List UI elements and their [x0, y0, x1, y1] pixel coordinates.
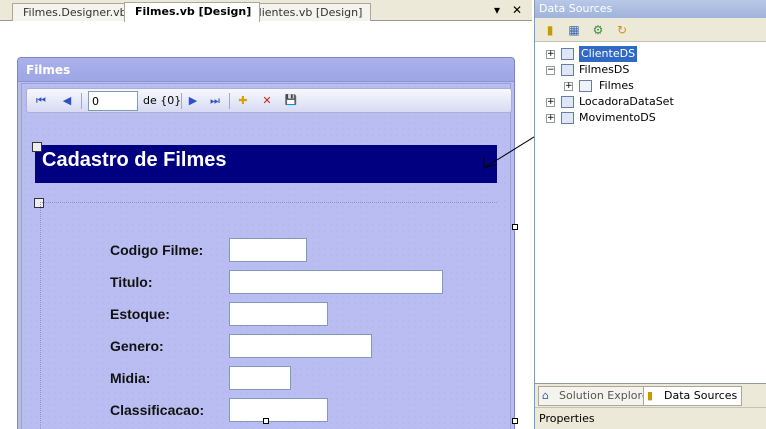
tree-item-label: MovimentoDS	[579, 111, 656, 124]
form-client-area[interactable]: ⏮ ◀ de {0} ▶ ⏭ ✚ ✕ 💾 Cadastro de Filmes	[21, 83, 512, 429]
close-document-icon[interactable]: ✕	[510, 3, 524, 17]
genero-input[interactable]	[229, 334, 372, 358]
navigator-separator	[229, 93, 230, 109]
move-previous-glyph: ◀	[62, 94, 72, 107]
label-genero: Genero:	[110, 338, 164, 354]
classificacao-input[interactable]	[229, 398, 328, 422]
form-titlebar: Filmes	[18, 58, 514, 82]
form-filmes[interactable]: Filmes ⏮ ◀ de {0} ▶ ⏭ ✚ ✕ 💾	[17, 57, 515, 429]
data-sources-toolbar: ▮ ▦ ⚙ ↻	[535, 18, 766, 42]
move-first-glyph: ⏮	[36, 94, 46, 107]
label-codigo-filme: Codigo Filme:	[110, 242, 204, 258]
save-icon[interactable]: 💾	[283, 93, 299, 109]
label-midia: Midia:	[110, 370, 151, 386]
add-new-icon[interactable]: ✚	[235, 93, 251, 109]
move-glyph-icon[interactable]	[32, 142, 42, 152]
dataset-icon	[561, 48, 574, 60]
solution-explorer-icon: ⌂	[542, 389, 549, 402]
label-titulo: Titulo:	[110, 274, 153, 290]
designer-canvas: Filmes ⏮ ◀ de {0} ▶ ⏭ ✚ ✕ 💾	[0, 22, 532, 429]
resize-handle-bottom[interactable]	[263, 418, 269, 424]
move-last-icon[interactable]: ⏭	[207, 93, 223, 109]
navigator-separator	[81, 93, 82, 109]
add-new-glyph: ✚	[238, 94, 248, 107]
move-next-icon[interactable]: ▶	[185, 93, 201, 109]
delete-glyph: ✕	[262, 94, 272, 107]
tab-label: Data Sources	[664, 389, 738, 402]
data-sources-panel: Data Sources ▮ ▦ ⚙ ↻ + ClienteDS − Filme…	[534, 0, 766, 429]
tree-item-filmesds[interactable]: − FilmesDS	[535, 62, 766, 78]
data-sources-titlebar: Data Sources	[535, 0, 766, 18]
close-glyph: ✕	[511, 3, 523, 17]
header-title: Cadastro de Filmes	[42, 149, 227, 171]
position-input[interactable]	[88, 91, 138, 111]
data-sources-tree: + ClienteDS − FilmesDS + Filmes + Locado…	[535, 42, 766, 382]
resize-handle-right[interactable]	[512, 224, 518, 230]
save-glyph: 💾	[284, 95, 298, 106]
midia-input[interactable]	[229, 366, 291, 390]
tree-item-label: ClienteDS	[579, 46, 638, 62]
properties-titlebar[interactable]: Properties	[535, 407, 766, 429]
move-last-glyph: ⏭	[210, 94, 220, 107]
navigator-separator	[181, 93, 182, 109]
expand-icon[interactable]: +	[546, 114, 555, 123]
move-next-glyph: ▶	[188, 94, 198, 107]
titulo-input[interactable]	[229, 270, 443, 294]
table-icon	[579, 80, 592, 92]
edit-dataset-icon[interactable]: ▦	[565, 21, 583, 39]
dataset-icon	[561, 96, 574, 108]
tree-item-label: LocadoraDataSet	[579, 95, 674, 108]
move-first-icon[interactable]: ⏮	[33, 93, 49, 109]
tab-filmes-vb-design[interactable]: Filmes.vb [Design]	[124, 2, 261, 22]
form-title: Filmes	[26, 63, 71, 77]
data-sources-icon: ▮	[647, 389, 654, 402]
properties-title: Properties	[539, 412, 595, 425]
tree-item-movimentods[interactable]: + MovimentoDS	[535, 110, 766, 126]
tree-item-clienteds[interactable]: + ClienteDS	[535, 46, 766, 62]
refresh-icon[interactable]: ↻	[613, 21, 631, 39]
tab-solution-explorer[interactable]: ⌂ Solution Explorer	[538, 386, 659, 406]
estoque-input[interactable]	[229, 302, 328, 326]
tab-label: Clientes.vb [Design]	[251, 6, 363, 19]
resize-handle-corner[interactable]	[512, 418, 518, 424]
tree-item-label: Filmes	[599, 79, 634, 92]
tab-menu-glyph: ▾	[493, 3, 501, 17]
binding-navigator[interactable]: ⏮ ◀ de {0} ▶ ⏭ ✚ ✕ 💾	[26, 88, 512, 113]
tree-item-label: FilmesDS	[579, 63, 630, 76]
tab-label: Filmes.Designer.vb	[23, 6, 127, 19]
tab-data-sources[interactable]: ▮ Data Sources	[643, 386, 743, 406]
tab-menu-icon[interactable]: ▾	[490, 3, 504, 17]
label-estoque: Estoque:	[110, 306, 170, 322]
add-datasource-icon[interactable]: ▮	[541, 21, 559, 39]
tab-label: Filmes.vb [Design]	[135, 5, 252, 18]
expand-icon[interactable]: +	[546, 98, 555, 107]
move-previous-icon[interactable]: ◀	[59, 93, 75, 109]
count-label: de {0}	[143, 94, 182, 107]
codigo-filme-input[interactable]	[229, 238, 307, 262]
tree-item-locadoradataset[interactable]: + LocadoraDataSet	[535, 94, 766, 110]
document-tabstrip: Filmes.Designer.vb Filmes.vb [Design] Cl…	[0, 0, 532, 22]
collapse-icon[interactable]: −	[546, 66, 555, 75]
configure-icon[interactable]: ⚙	[589, 21, 607, 39]
expand-icon[interactable]: +	[564, 82, 573, 91]
tab-label: Solution Explorer	[559, 389, 654, 402]
data-sources-title: Data Sources	[539, 2, 613, 15]
expand-icon[interactable]: +	[546, 50, 555, 59]
header-panel[interactable]: Cadastro de Filmes	[35, 145, 497, 183]
delete-icon[interactable]: ✕	[259, 93, 275, 109]
panel-bottom-tabs: ⌂ Solution Explorer ▮ Data Sources	[535, 383, 766, 407]
tree-item-filmes[interactable]: + Filmes	[535, 78, 766, 94]
dataset-icon	[561, 64, 574, 76]
document-area: Filmes.Designer.vb Filmes.vb [Design] Cl…	[0, 0, 532, 429]
tab-filmes-designer-vb[interactable]: Filmes.Designer.vb	[12, 3, 136, 21]
dataset-icon	[561, 112, 574, 124]
label-classificacao: Classificacao:	[110, 402, 205, 418]
